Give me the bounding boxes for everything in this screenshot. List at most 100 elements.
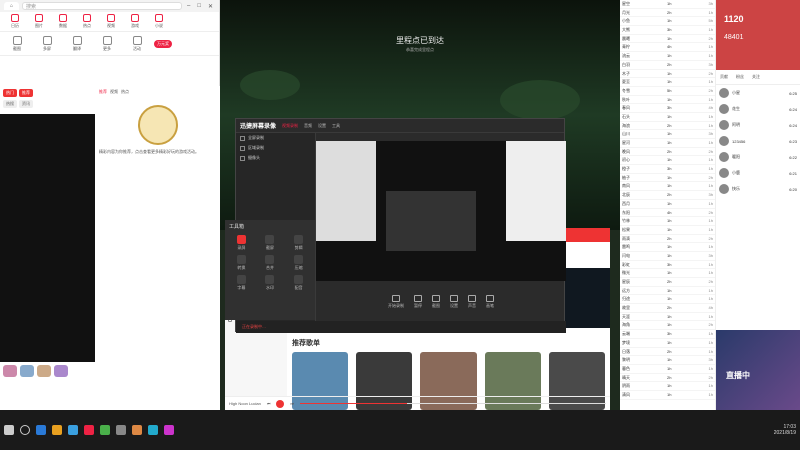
app-icon[interactable] bbox=[84, 425, 94, 435]
chat-row[interactable]: 春风 3h 4h bbox=[620, 104, 715, 113]
chat-row[interactable]: 夏至 1h 1h bbox=[620, 78, 715, 87]
tool-item[interactable]: 压缩 bbox=[286, 255, 311, 271]
chat-row[interactable]: 阴雨 1h 1h bbox=[620, 382, 715, 391]
tag[interactable]: 资讯 bbox=[19, 100, 33, 108]
chat-row[interactable]: 木子 1h 2h bbox=[620, 70, 715, 79]
promo-badge[interactable]: 万元奖 bbox=[154, 39, 172, 48]
content-tab[interactable]: 视频 bbox=[110, 89, 118, 95]
checkbox[interactable] bbox=[240, 135, 245, 141]
tool-item[interactable]: 水印 bbox=[258, 275, 283, 291]
chat-row[interactable]: 晴天 2h 2h bbox=[620, 374, 715, 383]
content-tab[interactable]: 热点 bbox=[121, 89, 129, 95]
toolbar-item-secondary[interactable]: 翻译 bbox=[64, 35, 90, 52]
chat-row[interactable]: 星河 1h 1h bbox=[620, 139, 715, 148]
search-input[interactable]: 搜索 bbox=[22, 2, 182, 10]
chat-row[interactable]: 暮色 1h 1h bbox=[620, 365, 715, 374]
chip[interactable]: 推荐 bbox=[19, 89, 33, 97]
toolbar-item[interactable]: 数据 bbox=[52, 14, 74, 29]
chat-row[interactable]: 日落 2h 1h bbox=[620, 348, 715, 357]
chat-row[interactable]: 清风 1h 1h bbox=[620, 391, 715, 400]
chat-row[interactable]: 石头 1h 1h bbox=[620, 113, 715, 122]
recorder-button[interactable]: 声音 bbox=[468, 295, 476, 309]
recorder-button[interactable]: 画笔 bbox=[486, 295, 494, 309]
next-icon[interactable]: ⏭ bbox=[290, 401, 294, 406]
app-icon[interactable] bbox=[148, 425, 158, 435]
chat-row[interactable]: 故里 2h 4h bbox=[620, 304, 715, 313]
chat-row[interactable]: 流云 1h 1h bbox=[620, 52, 715, 61]
prev-icon[interactable]: ⏮ bbox=[267, 401, 271, 406]
toolbar-item[interactable]: 视频 bbox=[100, 14, 122, 29]
chat-row[interactable]: 秋叶 1h 1h bbox=[620, 96, 715, 105]
recorder-button[interactable]: 开始录制 bbox=[388, 295, 404, 309]
side-tab[interactable]: 关注 bbox=[752, 74, 760, 80]
side-tab[interactable]: 粉丝 bbox=[736, 74, 744, 80]
content-tab[interactable]: 推荐 bbox=[99, 89, 107, 95]
chat-row[interactable]: 月光 2h 1h bbox=[620, 9, 715, 18]
chat-row[interactable]: 大熊 3h 1h bbox=[620, 26, 715, 35]
chat-row[interactable]: 黎明 1h 3h bbox=[620, 356, 715, 365]
chat-row[interactable]: 梦境 1h 1h bbox=[620, 339, 715, 348]
start-icon[interactable] bbox=[4, 425, 14, 435]
toolbar-item[interactable]: 游戏 bbox=[124, 14, 146, 29]
tool-item[interactable]: 合并 bbox=[258, 255, 283, 271]
chat-row[interactable]: 闪电 1h 3h bbox=[620, 252, 715, 261]
recorder-tab[interactable]: 设置 bbox=[318, 123, 326, 129]
chat-row[interactable]: 青柠 4h 1h bbox=[620, 43, 715, 53]
progress-bar[interactable] bbox=[300, 403, 606, 404]
toolbar-item-secondary[interactable]: 截图 bbox=[4, 35, 30, 52]
chat-row[interactable]: 晨曦 1h 2h bbox=[620, 35, 715, 44]
side-tab[interactable]: 贡献 bbox=[720, 74, 728, 80]
emoji-icon[interactable] bbox=[54, 365, 68, 377]
recorder-tab[interactable]: 音频 bbox=[304, 123, 312, 129]
chat-row[interactable]: 海浪 2h 1h bbox=[620, 122, 715, 131]
chat-row[interactable]: 天涯 1h 1h bbox=[620, 313, 715, 322]
recorder-tab[interactable]: 工具 bbox=[332, 123, 340, 129]
side-user[interactable]: 花生 6:24 bbox=[716, 101, 800, 117]
app-icon[interactable] bbox=[68, 425, 78, 435]
chat-row[interactable]: 冬雪 5h 2h bbox=[620, 87, 715, 96]
browser-tab[interactable]: ⌂ bbox=[4, 2, 20, 10]
app-icon[interactable] bbox=[52, 425, 62, 435]
close-icon[interactable]: ✕ bbox=[206, 3, 215, 10]
app-icon[interactable] bbox=[116, 425, 126, 435]
toolbar-item[interactable]: 日历 bbox=[4, 14, 26, 29]
toolbar-item[interactable]: 热点 bbox=[76, 14, 98, 29]
tool-item[interactable]: 转换 bbox=[229, 255, 254, 271]
live-video[interactable]: 直播中 bbox=[716, 330, 800, 410]
toolbar-item[interactable]: 图片 bbox=[28, 14, 50, 29]
toolbar-item[interactable]: 小说 bbox=[148, 14, 170, 29]
toolbar-item-secondary[interactable]: 活动 bbox=[124, 35, 150, 52]
chat-row[interactable]: 远方 1h 1h bbox=[620, 287, 715, 296]
tag[interactable]: 热搜 bbox=[3, 100, 17, 108]
side-user[interactable]: 阿明 6:24 bbox=[716, 117, 800, 133]
toolbar-item-secondary[interactable]: 更多 bbox=[94, 35, 120, 52]
source-item[interactable]: 全屏录制 bbox=[236, 133, 315, 143]
tool-item[interactable]: 截屏 bbox=[258, 235, 283, 251]
chat-row[interactable]: 初心 1h 1h bbox=[620, 156, 715, 166]
tool-item[interactable]: 录屏 bbox=[229, 235, 254, 251]
chat-row[interactable]: 雨滴 2h 2h bbox=[620, 235, 715, 244]
chat-row[interactable]: 星空 1h 3h bbox=[620, 0, 715, 9]
chat-row[interactable]: 微光 1h 1h bbox=[620, 269, 715, 278]
side-user[interactable]: 暖阳 6:22 bbox=[716, 149, 800, 165]
chat-row[interactable]: 竹林 1h 1h bbox=[620, 217, 715, 226]
recorder-button[interactable]: 暂停 bbox=[414, 295, 422, 309]
side-user[interactable]: 小星 6:25 bbox=[716, 85, 800, 101]
chat-row[interactable]: 橙子 3h 1h bbox=[620, 165, 715, 174]
chat-row[interactable]: 柚子 1h 2h bbox=[620, 174, 715, 183]
search-icon[interactable] bbox=[20, 425, 30, 435]
recorder-tab[interactable]: 视频录制 bbox=[282, 123, 298, 129]
tool-item[interactable]: 剪辑 bbox=[286, 235, 311, 251]
emoji-icon[interactable] bbox=[3, 365, 17, 377]
chat-row[interactable]: 松果 1h 1h bbox=[620, 226, 715, 235]
clock[interactable]: 17:03 2021/8/19 bbox=[774, 424, 796, 436]
recorder-button[interactable]: 截图 bbox=[432, 295, 440, 309]
chat-row[interactable]: 南风 1h 1h bbox=[620, 182, 715, 192]
maximize-icon[interactable]: □ bbox=[195, 3, 203, 9]
chat-row[interactable]: 西月 1h 1h bbox=[620, 200, 715, 209]
play-button[interactable] bbox=[276, 399, 285, 408]
emoji-icon[interactable] bbox=[37, 365, 51, 377]
checkbox[interactable] bbox=[240, 155, 245, 161]
chat-row[interactable]: 白羽 2h 3h bbox=[620, 61, 715, 70]
app-icon[interactable] bbox=[36, 425, 46, 435]
